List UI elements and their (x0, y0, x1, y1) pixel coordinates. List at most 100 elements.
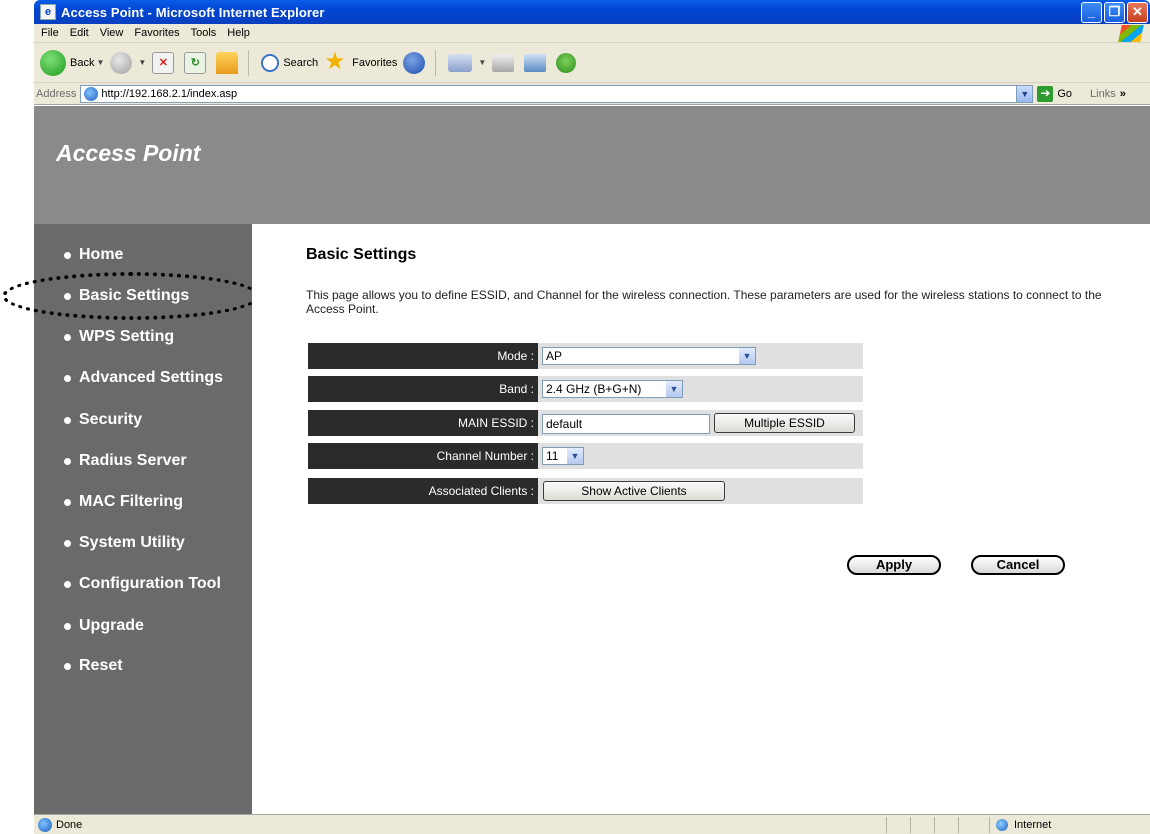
toolbar-separator (248, 49, 250, 76)
mode-value-cell: AP ▼ (538, 343, 863, 369)
menu-file[interactable]: File (41, 27, 59, 39)
menu-tools[interactable]: Tools (191, 27, 217, 39)
brand-title: Access Point (56, 140, 201, 166)
edit-icon (524, 53, 547, 72)
address-bar: Address http://192.168.2.1/index.asp ▼ ➔… (34, 83, 1150, 105)
essid-input[interactable]: default (542, 414, 710, 434)
status-cell (910, 817, 934, 833)
sidebar-item-label: Basic Settings (79, 287, 190, 304)
mode-select[interactable]: AP ▼ (542, 347, 756, 365)
bullet-icon (64, 374, 71, 382)
refresh-icon: ↻ (184, 51, 207, 74)
bullet-icon (64, 251, 71, 259)
bullet-icon (64, 539, 71, 547)
chevron-down-icon: ▼ (739, 348, 755, 364)
address-input[interactable]: http://192.168.2.1/index.asp ▼ (80, 84, 1034, 103)
print-button[interactable] (492, 53, 518, 72)
forward-button[interactable]: ▼ (110, 51, 146, 74)
links-button[interactable]: Links» (1090, 88, 1126, 100)
go-arrow-icon: ➔ (1037, 85, 1054, 102)
channel-label: Channel Number : (308, 443, 538, 469)
bullet-icon (64, 457, 71, 465)
security-zone: Internet (989, 817, 1051, 833)
media-button[interactable] (403, 51, 429, 74)
channel-row: Channel Number : 11 ▼ (308, 443, 863, 469)
mode-label: Mode : (308, 343, 538, 369)
favorites-label: Favorites (352, 56, 398, 69)
mail-dropdown-icon[interactable]: ▼ (478, 58, 486, 67)
band-select[interactable]: 2.4 GHz (B+G+N) ▼ (542, 380, 683, 398)
internet-globe-icon (996, 819, 1008, 831)
sidebar-item-label: Radius Server (79, 452, 187, 469)
band-select-value: 2.4 GHz (B+G+N) (546, 382, 642, 396)
close-button[interactable]: ✕ (1127, 2, 1148, 23)
status-cell (886, 817, 910, 833)
media-icon (403, 51, 426, 74)
mail-button[interactable]: ▼ (448, 53, 486, 72)
back-label: Back (70, 56, 95, 69)
status-cell (934, 817, 958, 833)
cancel-button[interactable]: Cancel (971, 555, 1065, 575)
sidebar-item-wps-setting[interactable]: WPS Setting (64, 328, 174, 346)
sidebar-item-mac-filtering[interactable]: MAC Filtering (64, 493, 183, 511)
address-dropdown-icon[interactable]: ▼ (1016, 85, 1033, 102)
back-dropdown-icon[interactable]: ▼ (96, 58, 104, 67)
go-button[interactable]: ➔ Go (1037, 85, 1072, 102)
sidebar-item-label: Security (79, 411, 143, 428)
status-bar: Done Internet (34, 814, 1150, 834)
back-button[interactable]: Back ▼ (40, 49, 104, 76)
band-row: Band : 2.4 GHz (B+G+N) ▼ (308, 376, 863, 402)
apply-button[interactable]: Apply (847, 555, 941, 575)
search-button[interactable]: Search (261, 53, 318, 72)
bullet-icon (64, 292, 71, 300)
menu-favorites[interactable]: Favorites (134, 27, 179, 39)
favorites-button[interactable]: ★ Favorites (324, 47, 398, 75)
window-controls: _ ❐ ✕ (1081, 2, 1148, 23)
sidebar-item-upgrade[interactable]: Upgrade (64, 617, 144, 635)
sidebar-item-label: MAC Filtering (79, 493, 183, 510)
status-cell (958, 817, 982, 833)
sidebar-item-basic-settings[interactable]: Basic Settings (64, 287, 189, 305)
sidebar-item-advanced-settings[interactable]: Advanced Settings (64, 369, 223, 387)
sidebar-item-security[interactable]: Security (64, 411, 142, 429)
forward-dropdown-icon[interactable]: ▼ (138, 58, 146, 67)
bullet-icon (64, 622, 71, 630)
menu-help[interactable]: Help (227, 27, 250, 39)
multiple-essid-button[interactable]: Multiple ESSID (714, 413, 855, 433)
stop-button[interactable]: ✕ (152, 51, 178, 74)
sidebar-item-radius-server[interactable]: Radius Server (64, 452, 187, 470)
sidebar-item-label: WPS Setting (79, 328, 175, 345)
restore-button[interactable]: ❐ (1104, 2, 1125, 23)
address-label: Address (36, 87, 77, 100)
channel-select[interactable]: 11 ▼ (542, 447, 584, 465)
page-description: This page allows you to define ESSID, an… (306, 288, 1102, 316)
minimize-button[interactable]: _ (1081, 2, 1102, 23)
sidebar-item-system-utility[interactable]: System Utility (64, 534, 185, 552)
menu-bar: File Edit View Favorites Tools Help (34, 24, 1150, 43)
menu-edit[interactable]: Edit (70, 27, 89, 39)
messenger-icon (556, 52, 577, 73)
sidebar-item-reset[interactable]: Reset (64, 657, 123, 675)
essid-value-cell: default Multiple ESSID (538, 410, 863, 436)
search-icon (261, 53, 280, 72)
mode-row: Mode : AP ▼ (308, 343, 863, 369)
sidebar-item-label: Home (79, 246, 124, 263)
favorites-star-icon: ★ (324, 47, 346, 75)
show-active-clients-button[interactable]: Show Active Clients (543, 481, 725, 501)
refresh-button[interactable]: ↻ (184, 51, 210, 74)
sidebar-item-label: Configuration Tool (79, 575, 221, 592)
page-title: Basic Settings (306, 246, 417, 263)
clients-value-cell: Show Active Clients (538, 478, 863, 504)
menu-view[interactable]: View (100, 27, 124, 39)
main-content: Basic Settings This page allows you to d… (252, 224, 1150, 814)
home-button[interactable] (216, 51, 242, 74)
edit-button[interactable] (524, 53, 550, 72)
messenger-button[interactable] (556, 52, 580, 73)
sidebar-item-home[interactable]: Home (64, 246, 123, 264)
band-value-cell: 2.4 GHz (B+G+N) ▼ (538, 376, 863, 402)
forward-arrow-icon (110, 51, 133, 74)
home-icon (216, 51, 239, 74)
browser-toolbar: Back ▼ ▼ ✕ ↻ Search ★ Favorites ▼ (34, 43, 1150, 83)
sidebar-item-configuration-tool[interactable]: Configuration Tool (64, 575, 221, 593)
sidebar-nav: Home Basic Settings WPS Setting Advanced… (34, 224, 252, 814)
